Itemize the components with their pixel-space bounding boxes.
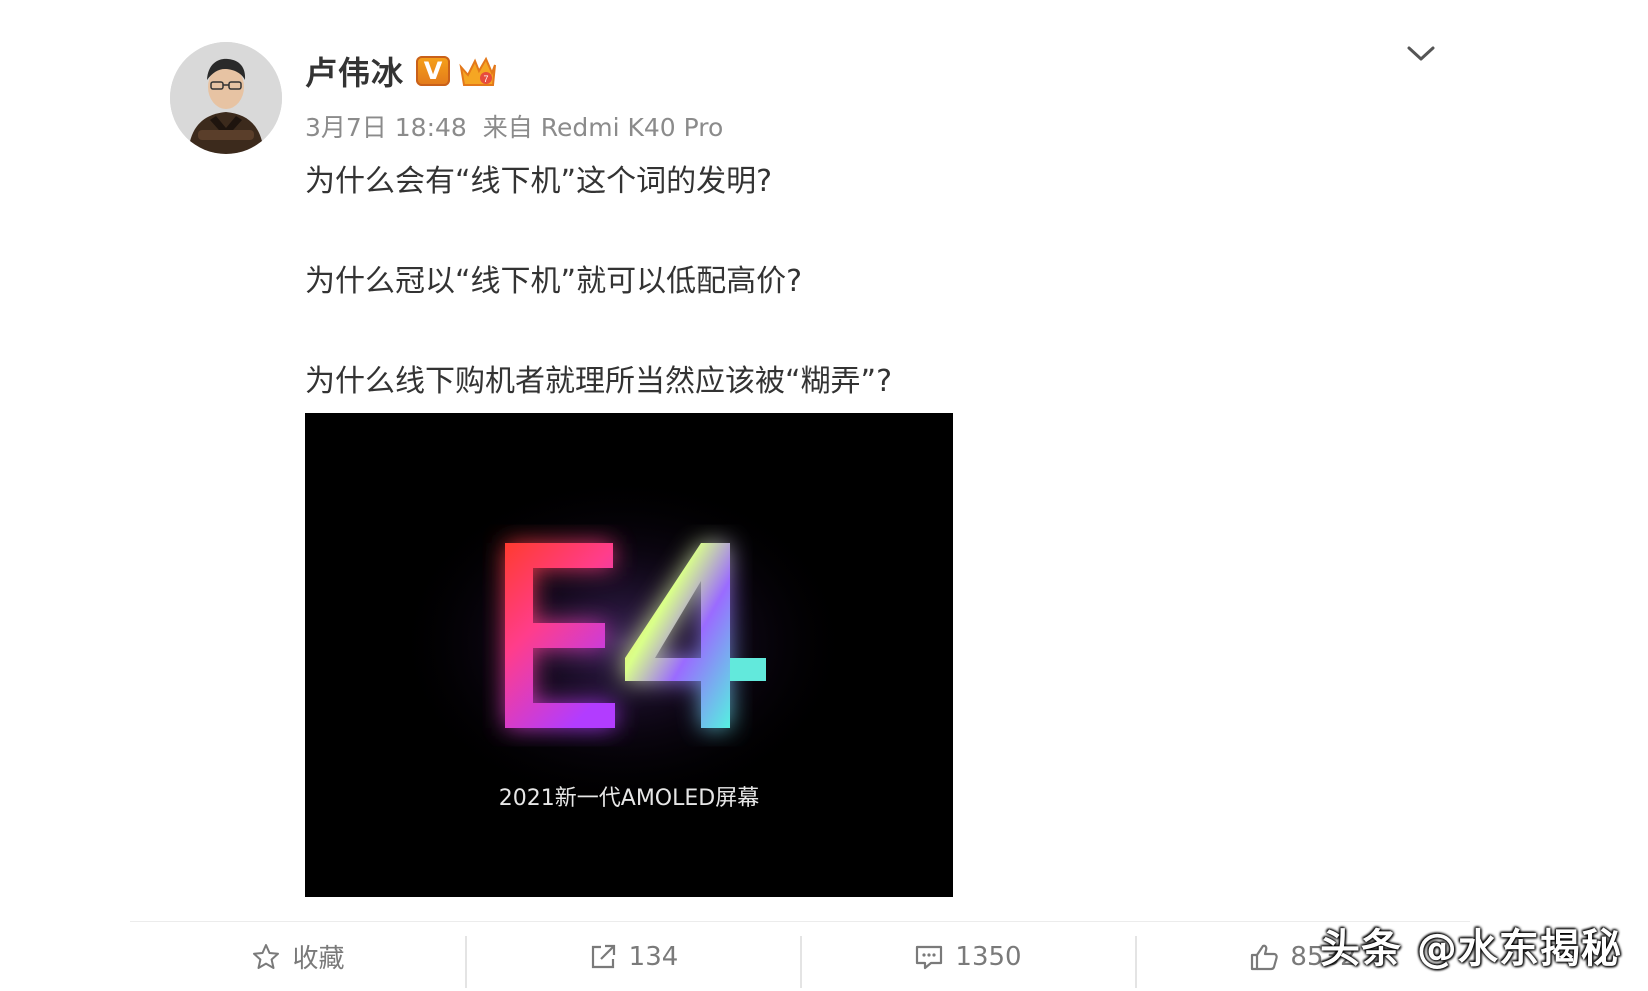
repost-count: 134 <box>628 941 679 972</box>
action-bar: 收藏 134 1350 8532 <box>130 921 1470 991</box>
svg-text:7: 7 <box>484 74 489 84</box>
comment-count: 1350 <box>955 941 1022 972</box>
post-image[interactable]: 2021新一代AMOLED屏幕 <box>305 413 953 897</box>
comment-button[interactable]: 1350 <box>800 922 1135 991</box>
author-row: 卢伟冰 V 7 <box>305 48 498 94</box>
post-source: 来自 Redmi K40 Pro <box>482 113 724 142</box>
crown-member-icon: 7 <box>458 53 498 89</box>
favorite-label: 收藏 <box>292 944 345 974</box>
weibo-post: 卢伟冰 V 7 3月7日 18:48 来自 Redmi K40 Pro 为什么会… <box>0 0 1648 990</box>
comment-icon <box>916 945 943 969</box>
thumbs-up-icon <box>1251 944 1279 970</box>
favorite-button[interactable]: 收藏 <box>130 922 465 991</box>
share-icon <box>591 944 615 968</box>
repost-button[interactable]: 134 <box>465 922 800 991</box>
post-text-line: 为什么会有“线下机”这个词的发明? <box>305 164 773 199</box>
watermark: 头条 @水东揭秘 <box>1320 926 1622 972</box>
author-avatar[interactable] <box>170 42 282 154</box>
author-name[interactable]: 卢伟冰 <box>305 48 404 94</box>
chevron-down-icon[interactable] <box>1403 40 1439 66</box>
image-caption: 2021新一代AMOLED屏幕 <box>499 786 759 811</box>
verified-v-icon: V <box>416 56 451 86</box>
post-meta: 3月7日 18:48 来自 Redmi K40 Pro <box>305 108 731 144</box>
star-icon <box>253 943 280 969</box>
post-date[interactable]: 3月7日 18:48 <box>305 113 467 142</box>
post-text-line: 为什么线下购机者就理所当然应该被“糊弄”? <box>305 364 893 399</box>
post-text-line: 为什么冠以“线下机”就可以低配高价? <box>305 264 803 299</box>
